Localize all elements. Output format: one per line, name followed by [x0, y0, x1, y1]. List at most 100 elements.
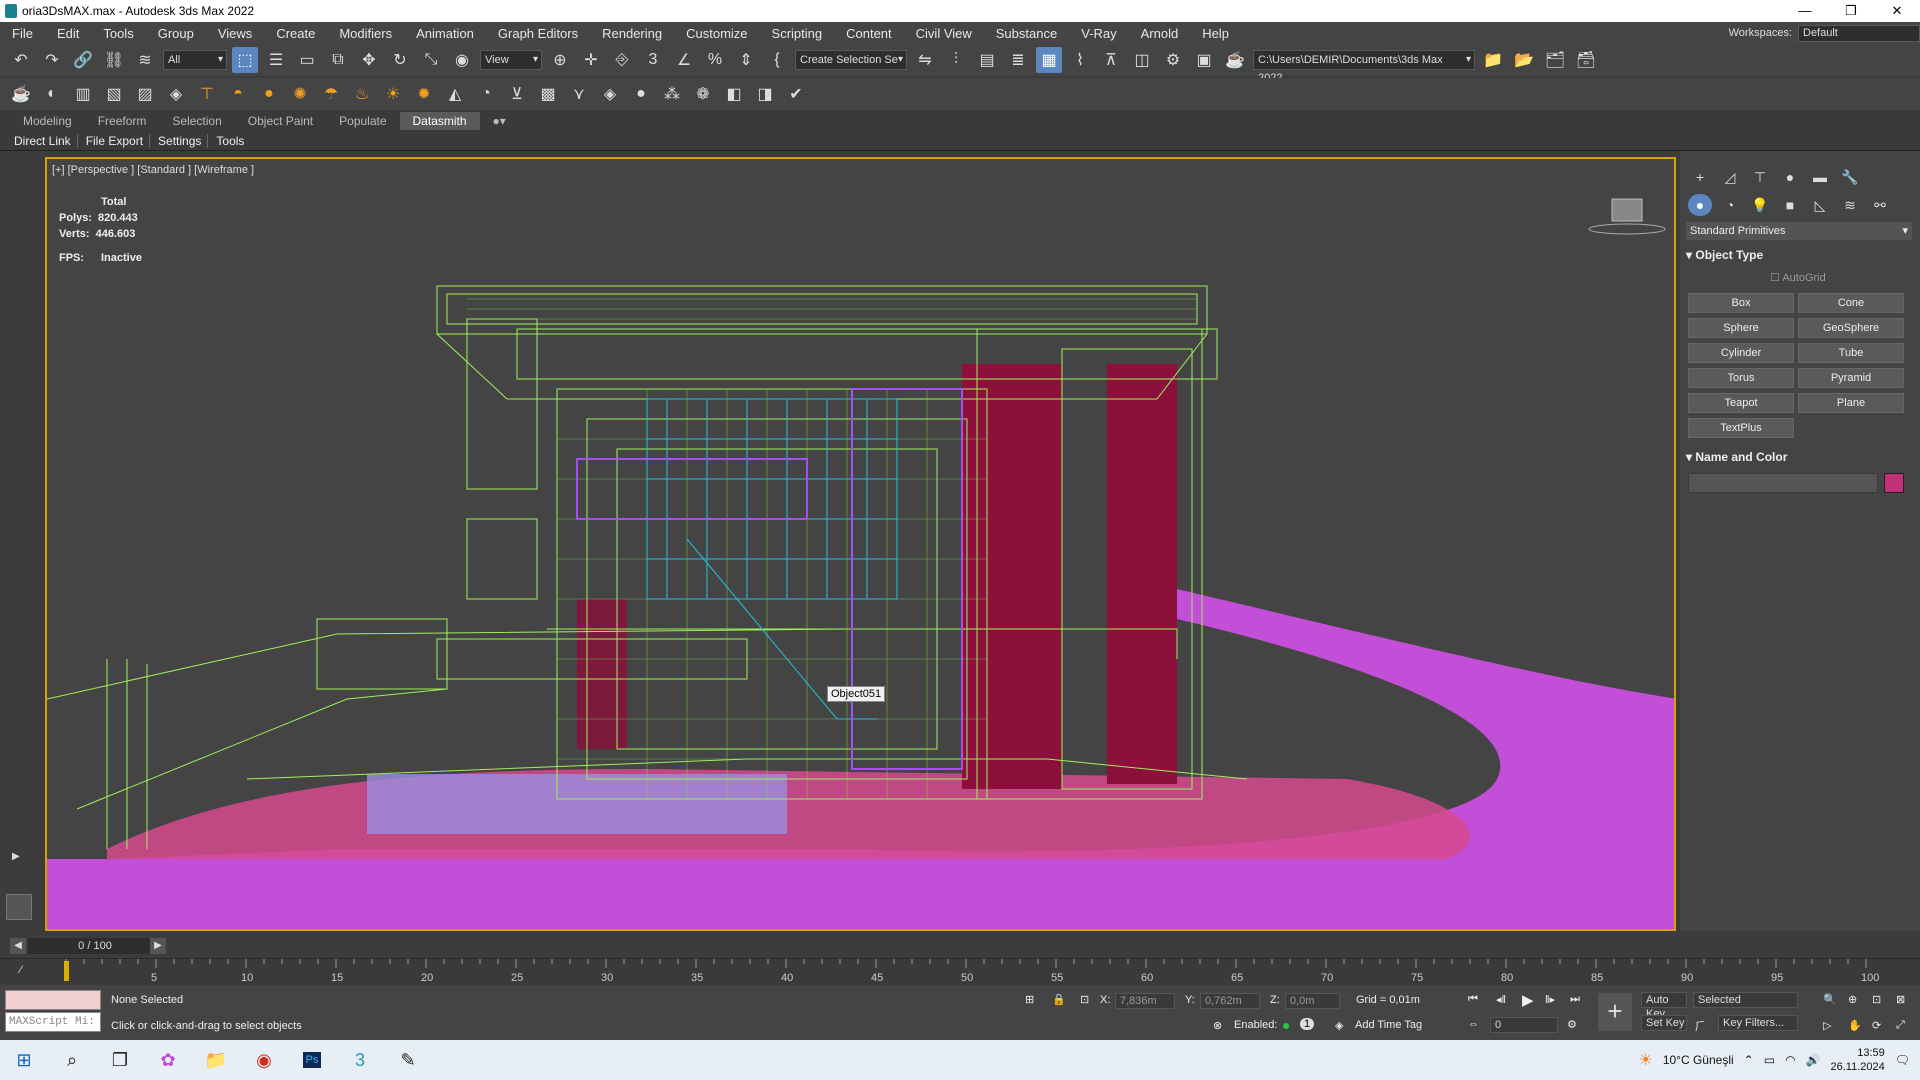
- settings-button[interactable]: Settings: [156, 133, 209, 148]
- minimize-button[interactable]: —: [1782, 0, 1828, 22]
- menu-group[interactable]: Group: [146, 26, 206, 41]
- menu-create[interactable]: Create: [264, 26, 327, 41]
- photoshop-icon[interactable]: Ps: [288, 1040, 336, 1080]
- tab-selection[interactable]: Selection: [159, 114, 234, 128]
- chrome-icon[interactable]: ◉: [240, 1040, 288, 1080]
- 3dsmax-taskbar-icon[interactable]: 3: [336, 1040, 384, 1080]
- rotate-icon[interactable]: ↻: [387, 47, 413, 73]
- pyramid-button[interactable]: Pyramid: [1798, 368, 1904, 388]
- place-icon[interactable]: ◉: [449, 47, 475, 73]
- key-mode-icon[interactable]: ⇔: [1468, 1018, 1479, 1030]
- maximize-viewport-icon[interactable]: ⤢: [1896, 1019, 1905, 1032]
- menu-rendering[interactable]: Rendering: [590, 26, 674, 41]
- menu-edit[interactable]: Edit: [45, 26, 91, 41]
- vray-sun-icon[interactable]: ☀: [380, 81, 406, 107]
- sphere-button[interactable]: Sphere: [1688, 318, 1794, 338]
- helpers-icon[interactable]: ◺: [1808, 194, 1832, 216]
- utilities-tab-icon[interactable]: 🔧: [1838, 166, 1862, 188]
- go-to-start-icon[interactable]: ⏮: [1468, 993, 1478, 1006]
- vray-cosmos-icon[interactable]: ◈: [163, 81, 189, 107]
- menu-arnold[interactable]: Arnold: [1129, 26, 1191, 41]
- vray-fur-icon[interactable]: ⋎: [566, 81, 592, 107]
- primitive-category-dropdown[interactable]: Standard Primitives: [1686, 222, 1912, 240]
- shapes-icon[interactable]: ◔: [1718, 194, 1742, 216]
- geosphere-button[interactable]: GeoSphere: [1798, 318, 1904, 338]
- tube-button[interactable]: Tube: [1798, 343, 1904, 363]
- layer-explorer-icon[interactable]: ≣: [1005, 47, 1031, 73]
- create-tab-icon[interactable]: +: [1688, 166, 1712, 188]
- menu-graph-editors[interactable]: Graph Editors: [486, 26, 590, 41]
- current-frame-field[interactable]: 0: [1490, 1017, 1558, 1033]
- select-object-icon[interactable]: ⬚: [232, 47, 258, 73]
- selection-filter-dropdown[interactable]: All: [163, 50, 227, 70]
- project-settings-icon[interactable]: 🗃: [1573, 47, 1599, 73]
- file-export-button[interactable]: File Export: [84, 133, 151, 148]
- menu-tools[interactable]: Tools: [91, 26, 145, 41]
- copilot-icon[interactable]: ✿: [144, 1040, 192, 1080]
- geometry-icon[interactable]: ●: [1688, 194, 1712, 216]
- x-coordinate-field[interactable]: 7,836m: [1115, 993, 1175, 1009]
- next-frame-icon[interactable]: ‖▸: [1545, 993, 1555, 1006]
- isolate-icon[interactable]: ⊞: [1025, 993, 1034, 1006]
- time-config-icon[interactable]: ⚙: [1567, 1018, 1577, 1031]
- wifi-icon[interactable]: ◠: [1785, 1053, 1795, 1067]
- ribbon-options-icon[interactable]: ●▾: [480, 114, 519, 128]
- vray-sphere-light-icon[interactable]: ●: [256, 81, 282, 107]
- tray-chevron-icon[interactable]: ⌃: [1744, 1053, 1754, 1067]
- project-folder-icon[interactable]: 📁: [1480, 47, 1506, 73]
- link-icon[interactable]: 🔗: [70, 47, 96, 73]
- autogrid-checkbox[interactable]: ☐ AutoGrid: [1770, 271, 1920, 284]
- perspective-viewport[interactable]: [+] [Perspective ] [Standard ] [Wirefram…: [45, 157, 1676, 931]
- modify-tab-icon[interactable]: ◿: [1718, 166, 1742, 188]
- box-button[interactable]: Box: [1688, 293, 1794, 313]
- render-icon[interactable]: ☕: [1222, 47, 1248, 73]
- menu-file[interactable]: File: [0, 26, 45, 41]
- volume-icon[interactable]: 🔊: [1806, 1053, 1821, 1067]
- bind-spacewarp-icon[interactable]: ≋: [132, 47, 158, 73]
- keyboard-shortcut-icon[interactable]: ⎆: [609, 47, 635, 73]
- file-explorer-icon[interactable]: 📁: [192, 1040, 240, 1080]
- vray-export-icon[interactable]: ◨: [752, 81, 778, 107]
- snaps-toggle-icon[interactable]: 3: [640, 47, 666, 73]
- maxscript-mini-listener[interactable]: MAXScript Mi:: [5, 1012, 101, 1032]
- key-filters-button[interactable]: Key Filters...: [1718, 1015, 1798, 1031]
- spacewarps-icon[interactable]: ≋: [1838, 194, 1862, 216]
- tab-datasmith[interactable]: Datasmith: [399, 112, 480, 130]
- vray-proxy-icon[interactable]: ◭: [442, 81, 468, 107]
- vray-clipper-icon[interactable]: ◈: [597, 81, 623, 107]
- textplus-button[interactable]: TextPlus: [1688, 418, 1794, 438]
- vray-material-icon[interactable]: ●: [628, 81, 654, 107]
- project-path-dropdown[interactable]: C:\Users\DEMIR\Documents\3ds Max 2022: [1253, 50, 1475, 84]
- menu-views[interactable]: Views: [206, 26, 264, 41]
- name-and-color-rollout[interactable]: Name and Color: [1686, 450, 1912, 464]
- set-key-button[interactable]: Set Key: [1641, 1015, 1687, 1031]
- menu-animation[interactable]: Animation: [404, 26, 486, 41]
- notification-icon[interactable]: 🗨: [1895, 1053, 1910, 1067]
- object-name-input[interactable]: [1688, 473, 1878, 493]
- tools-button[interactable]: Tools: [214, 134, 250, 148]
- vray-teapot-icon[interactable]: ☕: [8, 81, 34, 107]
- vray-asset-icon[interactable]: ▨: [132, 81, 158, 107]
- schematic-view-icon[interactable]: ⊼: [1098, 47, 1124, 73]
- menu-customize[interactable]: Customize: [674, 26, 759, 41]
- auto-key-button[interactable]: Auto Key: [1641, 992, 1687, 1020]
- vray-ipr-icon[interactable]: ◐: [39, 81, 65, 107]
- cylinder-button[interactable]: Cylinder: [1688, 343, 1794, 363]
- curve-editor-icon[interactable]: ⌇: [1067, 47, 1093, 73]
- tab-modeling[interactable]: Modeling: [10, 114, 85, 128]
- vray-check-icon[interactable]: ✔: [783, 81, 809, 107]
- workspaces-dropdown[interactable]: Default: [1798, 24, 1920, 42]
- vray-spot-icon[interactable]: ☂: [318, 81, 344, 107]
- project-open-icon[interactable]: 📂: [1511, 47, 1537, 73]
- vray-light-icon[interactable]: ⊤: [194, 81, 220, 107]
- select-manipulate-icon[interactable]: ✛: [578, 47, 604, 73]
- angle-snap-icon[interactable]: ∠: [671, 47, 697, 73]
- previous-frame-icon[interactable]: ◂‖: [1496, 993, 1506, 1006]
- cone-button[interactable]: Cone: [1798, 293, 1904, 313]
- undo-icon[interactable]: ↶: [8, 47, 34, 73]
- vray-vfb-icon[interactable]: ▥: [70, 81, 96, 107]
- menu-help[interactable]: Help: [1190, 26, 1241, 41]
- time-tag-icon[interactable]: ◈: [1335, 1019, 1343, 1032]
- z-coordinate-field[interactable]: 0,0m: [1285, 993, 1340, 1009]
- move-icon[interactable]: ✥: [356, 47, 382, 73]
